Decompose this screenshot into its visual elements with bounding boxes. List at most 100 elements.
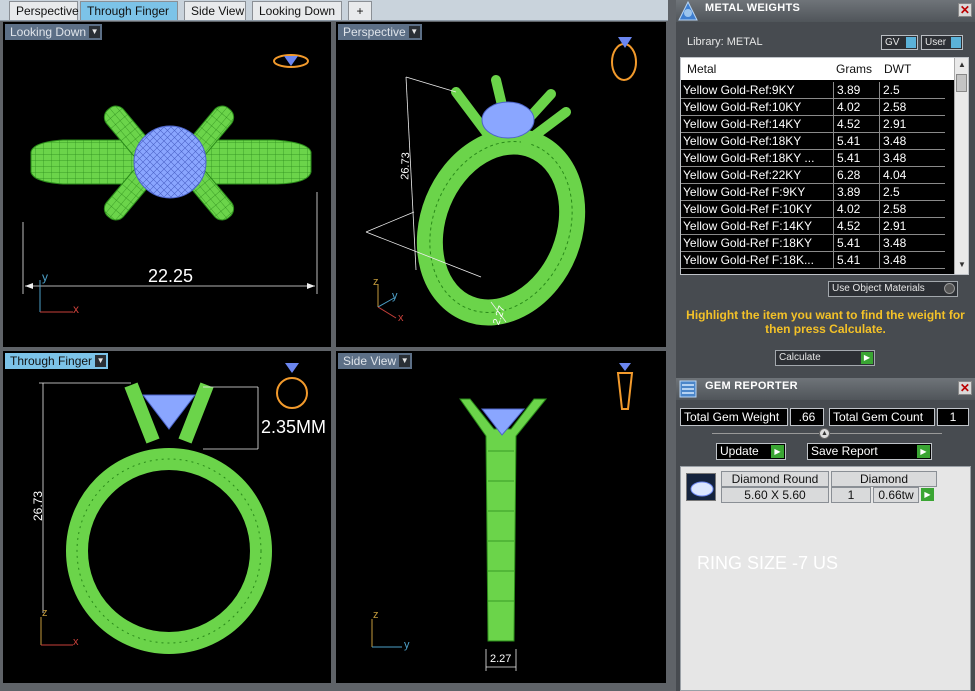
add-tab-button[interactable]: + — [348, 1, 372, 20]
ring-side-view — [371, 363, 634, 671]
axis-x-label: x — [398, 312, 404, 324]
axis-z-label: z — [373, 276, 379, 288]
viewport-menu-through-finger[interactable]: Through Finger ▼ — [5, 353, 109, 369]
calculate-label: Calculate — [779, 352, 821, 363]
chevron-down-icon: ▼ — [408, 26, 420, 38]
axis-x-label: x — [73, 302, 79, 316]
table-row[interactable]: Yellow Gold-Ref:9KY 3.89 2.5 — [681, 82, 945, 99]
viewport-menu-looking-down[interactable]: Looking Down ▼ — [5, 24, 103, 40]
library-label: Library: METAL — [687, 36, 763, 48]
toggle-knob — [951, 37, 961, 48]
dimension-prong-mm: 2.35MM — [261, 417, 327, 437]
cell-dwt: 2.5 — [879, 82, 939, 98]
diamond-icon — [686, 473, 716, 501]
play-icon: ▶ — [861, 352, 873, 364]
viewport-looking-down[interactable]: Looking Down ▼ 22.25 y x — [3, 22, 331, 347]
table-row[interactable]: Yellow Gold-Ref:22KY 6.28 4.04 — [681, 167, 945, 184]
tab-perspective[interactable]: Perspective — [9, 1, 79, 20]
cell-dwt: 3.48 — [879, 252, 939, 268]
cell-metal: Yellow Gold-Ref:22KY — [683, 168, 802, 182]
table-row[interactable]: Yellow Gold-Ref F:18KY 5.41 3.48 — [681, 235, 945, 252]
dimension-small: 2.27 — [490, 653, 512, 665]
scroll-down-icon[interactable]: ▼ — [955, 260, 968, 272]
axis-y-label: y — [404, 639, 410, 651]
viewport-through-finger[interactable]: Through Finger ▼ 26.73 2.35MM z x — [3, 351, 331, 683]
gv-toggle[interactable]: GV — [881, 35, 918, 50]
cell-metal: Yellow Gold-Ref:9KY — [683, 83, 795, 97]
scroll-up-icon[interactable]: ▲ — [955, 60, 968, 72]
cell-metal: Yellow Gold-Ref F:14KY — [683, 219, 812, 233]
gem-size: 5.60 X 5.60 — [721, 487, 829, 503]
table-row[interactable]: Yellow Gold-Ref F:10KY 4.02 2.58 — [681, 201, 945, 218]
col-metal[interactable]: Metal — [687, 58, 716, 80]
save-report-label: Save Report — [811, 444, 878, 458]
viewport-side-view[interactable]: Side View ▼ 2.27 z y — [336, 351, 666, 683]
gem-detail-button[interactable]: ▶ — [921, 488, 934, 501]
radio-icon — [944, 283, 955, 294]
col-grams[interactable]: Grams — [836, 58, 872, 80]
tab-through-finger[interactable]: Through Finger — [80, 1, 178, 20]
update-button[interactable]: Update ▶ — [716, 443, 786, 460]
cell-grams: 5.41 — [833, 252, 878, 268]
cell-metal: Yellow Gold-Ref:14KY — [683, 117, 802, 131]
ring-front-view — [39, 363, 308, 654]
cell-metal: Yellow Gold-Ref:10KY — [683, 100, 802, 114]
cell-grams: 6.28 — [833, 167, 878, 183]
tab-looking-down[interactable]: Looking Down — [252, 1, 342, 20]
col-dwt[interactable]: DWT — [884, 58, 911, 80]
metal-weights-header: METAL WEIGHTS ✕ — [676, 0, 975, 22]
collapse-icon[interactable]: ▲ — [819, 428, 830, 439]
cell-dwt: 3.48 — [879, 235, 939, 251]
cell-dwt: 3.48 — [879, 150, 939, 166]
table-row[interactable]: Yellow Gold-Ref:10KY 4.02 2.58 — [681, 99, 945, 116]
use-object-materials-toggle[interactable]: Use Object Materials — [828, 281, 958, 297]
cell-metal: Yellow Gold-Ref F:18K... — [683, 253, 814, 267]
table-row[interactable]: Yellow Gold-Ref F:14KY 4.52 2.91 — [681, 218, 945, 235]
right-panel: METAL WEIGHTS ✕ Library: METAL GV User M… — [676, 0, 975, 691]
axis-z-label: z — [373, 609, 379, 621]
scroll-thumb[interactable] — [956, 74, 967, 92]
cell-metal: Yellow Gold-Ref:18KY ... — [683, 151, 815, 165]
axis-z-label: z — [42, 607, 48, 619]
close-icon[interactable]: ✕ — [958, 381, 972, 395]
total-gem-count-value: 1 — [937, 408, 969, 426]
cell-grams: 4.52 — [833, 218, 878, 234]
calculate-button[interactable]: Calculate ▶ — [775, 350, 875, 366]
cell-grams: 4.02 — [833, 201, 878, 217]
chevron-down-icon: ▼ — [89, 26, 101, 38]
viewport-menu-perspective[interactable]: Perspective ▼ — [338, 24, 422, 40]
cell-grams: 4.02 — [833, 99, 878, 115]
viewport-menu-side-view[interactable]: Side View ▼ — [338, 353, 413, 369]
cell-dwt: 2.58 — [879, 201, 939, 217]
metal-table: Metal Grams DWT Yellow Gold-Ref:9KY 3.89 2… — [680, 57, 969, 275]
gv-toggle-label: GV — [885, 37, 900, 48]
cell-metal: Yellow Gold-Ref F:18KY — [683, 236, 812, 250]
cell-dwt: 2.91 — [879, 218, 939, 234]
metal-table-scrollbar[interactable]: ▲ ▼ — [954, 58, 968, 274]
dimension-height: 26.73 — [31, 490, 46, 522]
table-row[interactable]: Yellow Gold-Ref F:9KY 3.89 2.5 — [681, 184, 945, 201]
cell-metal: Yellow Gold-Ref F:10KY — [683, 202, 812, 216]
gem-name: Diamond Round — [721, 471, 829, 487]
table-row[interactable]: Yellow Gold-Ref:14KY 4.52 2.91 — [681, 116, 945, 133]
metal-weights-icon — [678, 1, 698, 21]
play-icon: ▶ — [917, 445, 930, 458]
user-toggle[interactable]: User — [921, 35, 963, 50]
axis-x-label: x — [73, 636, 79, 648]
viewport-label: Perspective — [343, 25, 406, 39]
save-report-button[interactable]: Save Report ▶ — [807, 443, 932, 460]
gem-material: Diamond — [831, 471, 937, 487]
table-row[interactable]: Yellow Gold-Ref F:18K... 5.41 3.48 — [681, 252, 945, 269]
tab-side-view[interactable]: Side View — [184, 1, 246, 20]
table-row[interactable]: Yellow Gold-Ref:18KY 5.41 3.48 — [681, 133, 945, 150]
metal-table-header: Metal Grams DWT — [681, 58, 957, 80]
viewport-perspective[interactable]: Perspective ▼ 26.73 2.27 z y x — [336, 22, 666, 347]
close-icon[interactable]: ✕ — [958, 3, 972, 17]
table-row[interactable]: Yellow Gold-Ref:18KY ... 5.41 3.48 — [681, 150, 945, 167]
cell-dwt: 2.5 — [879, 184, 939, 200]
viewport-label: Side View — [343, 354, 397, 368]
play-icon: ▶ — [771, 445, 784, 458]
total-gem-weight-value: .66 — [790, 408, 824, 426]
total-gem-count-label: Total Gem Count — [829, 408, 935, 426]
calculate-hint: Highlight the item you want to find the … — [686, 308, 965, 336]
